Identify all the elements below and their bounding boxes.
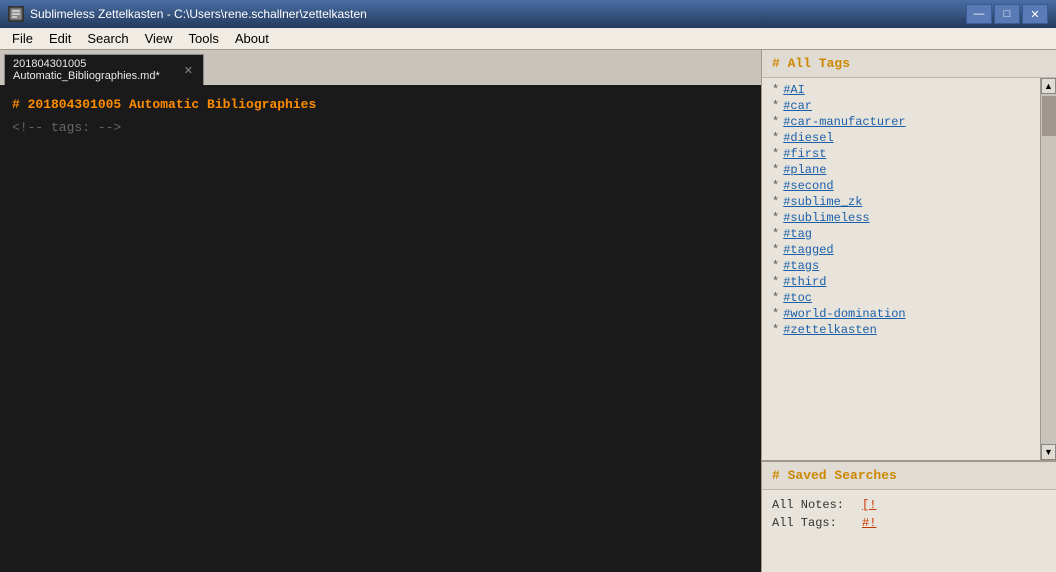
tag-bullet: * xyxy=(772,275,779,289)
tag-bullet: * xyxy=(772,227,779,241)
tag-link-2[interactable]: #car-manufacturer xyxy=(783,115,905,129)
tag-row: * #third xyxy=(762,274,1040,290)
tag-link-15[interactable]: #zettelkasten xyxy=(783,323,877,337)
menu-view[interactable]: View xyxy=(137,28,181,49)
titlebar: Sublimeless Zettelkasten - C:\Users\rene… xyxy=(0,0,1056,28)
menu-search[interactable]: Search xyxy=(79,28,136,49)
tag-bullet: * xyxy=(772,163,779,177)
tag-bullet: * xyxy=(772,211,779,225)
all-tags-header: # All Tags xyxy=(762,50,1056,78)
tag-row: * #tagged xyxy=(762,242,1040,258)
saved-label-1: All Tags: xyxy=(772,516,862,530)
tag-link-3[interactable]: #diesel xyxy=(783,131,833,145)
tag-row: * #tag xyxy=(762,226,1040,242)
tag-bullet: * xyxy=(772,195,779,209)
tag-row: * #car xyxy=(762,98,1040,114)
tag-link-0[interactable]: #AI xyxy=(783,83,805,97)
tag-row: * #world-domination xyxy=(762,306,1040,322)
tag-bullet: * xyxy=(772,291,779,305)
saved-label-0: All Notes: xyxy=(772,498,862,512)
tab-0[interactable]: 201804301005 Automatic_Bibliographies.md… xyxy=(4,54,204,85)
tag-row: * #zettelkasten xyxy=(762,322,1040,338)
tag-link-14[interactable]: #world-domination xyxy=(783,307,905,321)
scroll-thumb xyxy=(1042,96,1056,136)
tag-link-4[interactable]: #first xyxy=(783,147,826,161)
editor-heading: # 201804301005 Automatic Bibliographies xyxy=(12,97,749,112)
sidebar: # All Tags * #AI * #car * #car-manufacturer * #… xyxy=(761,50,1056,572)
tag-bullet: * xyxy=(772,307,779,321)
tag-row: * #second xyxy=(762,178,1040,194)
tag-bullet: * xyxy=(772,131,779,145)
close-button[interactable]: ✕ xyxy=(1022,4,1048,24)
saved-link-1[interactable]: #! xyxy=(862,516,876,530)
tags-scrollbar[interactable]: ▲ ▼ xyxy=(1040,78,1056,460)
tag-link-12[interactable]: #third xyxy=(783,275,826,289)
saved-search-row-1: All Tags:#! xyxy=(772,514,1046,532)
editor-area: 201804301005 Automatic_Bibliographies.md… xyxy=(0,50,761,572)
tag-bullet: * xyxy=(772,83,779,97)
editor-content[interactable]: # 201804301005 Automatic Bibliographies … xyxy=(0,85,761,572)
tab-name-0: 201804301005 Automatic_Bibliographies.md… xyxy=(13,58,176,82)
tag-bullet: * xyxy=(772,243,779,257)
tag-row: * #tags xyxy=(762,258,1040,274)
saved-link-0[interactable]: [! xyxy=(862,498,876,512)
scroll-up-arrow[interactable]: ▲ xyxy=(1041,78,1056,94)
editor-tags-comment: <!-- tags: --> xyxy=(12,120,749,135)
saved-search-row-0: All Notes:[! xyxy=(772,496,1046,514)
all-tags-body: * #AI * #car * #car-manufacturer * #diesel * #fir… xyxy=(762,78,1040,460)
saved-searches-panel: # Saved Searches All Notes:[!All Tags:#! xyxy=(762,462,1056,572)
menubar: File Edit Search View Tools About xyxy=(0,28,1056,50)
tag-link-13[interactable]: #toc xyxy=(783,291,812,305)
tag-link-11[interactable]: #tags xyxy=(783,259,819,273)
tag-row: * #sublime_zk xyxy=(762,194,1040,210)
tag-bullet: * xyxy=(772,99,779,113)
minimize-button[interactable]: — xyxy=(966,4,992,24)
tag-bullet: * xyxy=(772,115,779,129)
window-title: Sublimeless Zettelkasten - C:\Users\rene… xyxy=(30,7,966,21)
tag-link-10[interactable]: #tagged xyxy=(783,243,833,257)
tab-bar: 201804301005 Automatic_Bibliographies.md… xyxy=(0,50,761,85)
menu-tools[interactable]: Tools xyxy=(181,28,227,49)
app-icon xyxy=(8,6,24,22)
tag-row: * #AI xyxy=(762,82,1040,98)
tag-link-7[interactable]: #sublime_zk xyxy=(783,195,862,209)
saved-searches-header: # Saved Searches xyxy=(762,462,1056,490)
tag-link-9[interactable]: #tag xyxy=(783,227,812,241)
menu-about[interactable]: About xyxy=(227,28,277,49)
scroll-track xyxy=(1041,94,1056,444)
menu-file[interactable]: File xyxy=(4,28,41,49)
tag-row: * #plane xyxy=(762,162,1040,178)
tag-link-1[interactable]: #car xyxy=(783,99,812,113)
menu-edit[interactable]: Edit xyxy=(41,28,79,49)
maximize-button[interactable]: □ xyxy=(994,4,1020,24)
tag-row: * #toc xyxy=(762,290,1040,306)
tab-close-0[interactable]: ✕ xyxy=(182,64,195,77)
all-tags-panel: # All Tags * #AI * #car * #car-manufacturer * #… xyxy=(762,50,1056,462)
saved-searches-body: All Notes:[!All Tags:#! xyxy=(762,490,1056,572)
tag-row: * #diesel xyxy=(762,130,1040,146)
tag-link-5[interactable]: #plane xyxy=(783,163,826,177)
scroll-down-arrow[interactable]: ▼ xyxy=(1041,444,1056,460)
tag-row: * #sublimeless xyxy=(762,210,1040,226)
tag-link-6[interactable]: #second xyxy=(783,179,833,193)
tag-row: * #car-manufacturer xyxy=(762,114,1040,130)
tag-bullet: * xyxy=(772,179,779,193)
tag-bullet: * xyxy=(772,323,779,337)
tag-bullet: * xyxy=(772,147,779,161)
main-container: 201804301005 Automatic_Bibliographies.md… xyxy=(0,50,1056,572)
tag-bullet: * xyxy=(772,259,779,273)
tag-row: * #first xyxy=(762,146,1040,162)
tag-link-8[interactable]: #sublimeless xyxy=(783,211,869,225)
window-controls: — □ ✕ xyxy=(966,4,1048,24)
